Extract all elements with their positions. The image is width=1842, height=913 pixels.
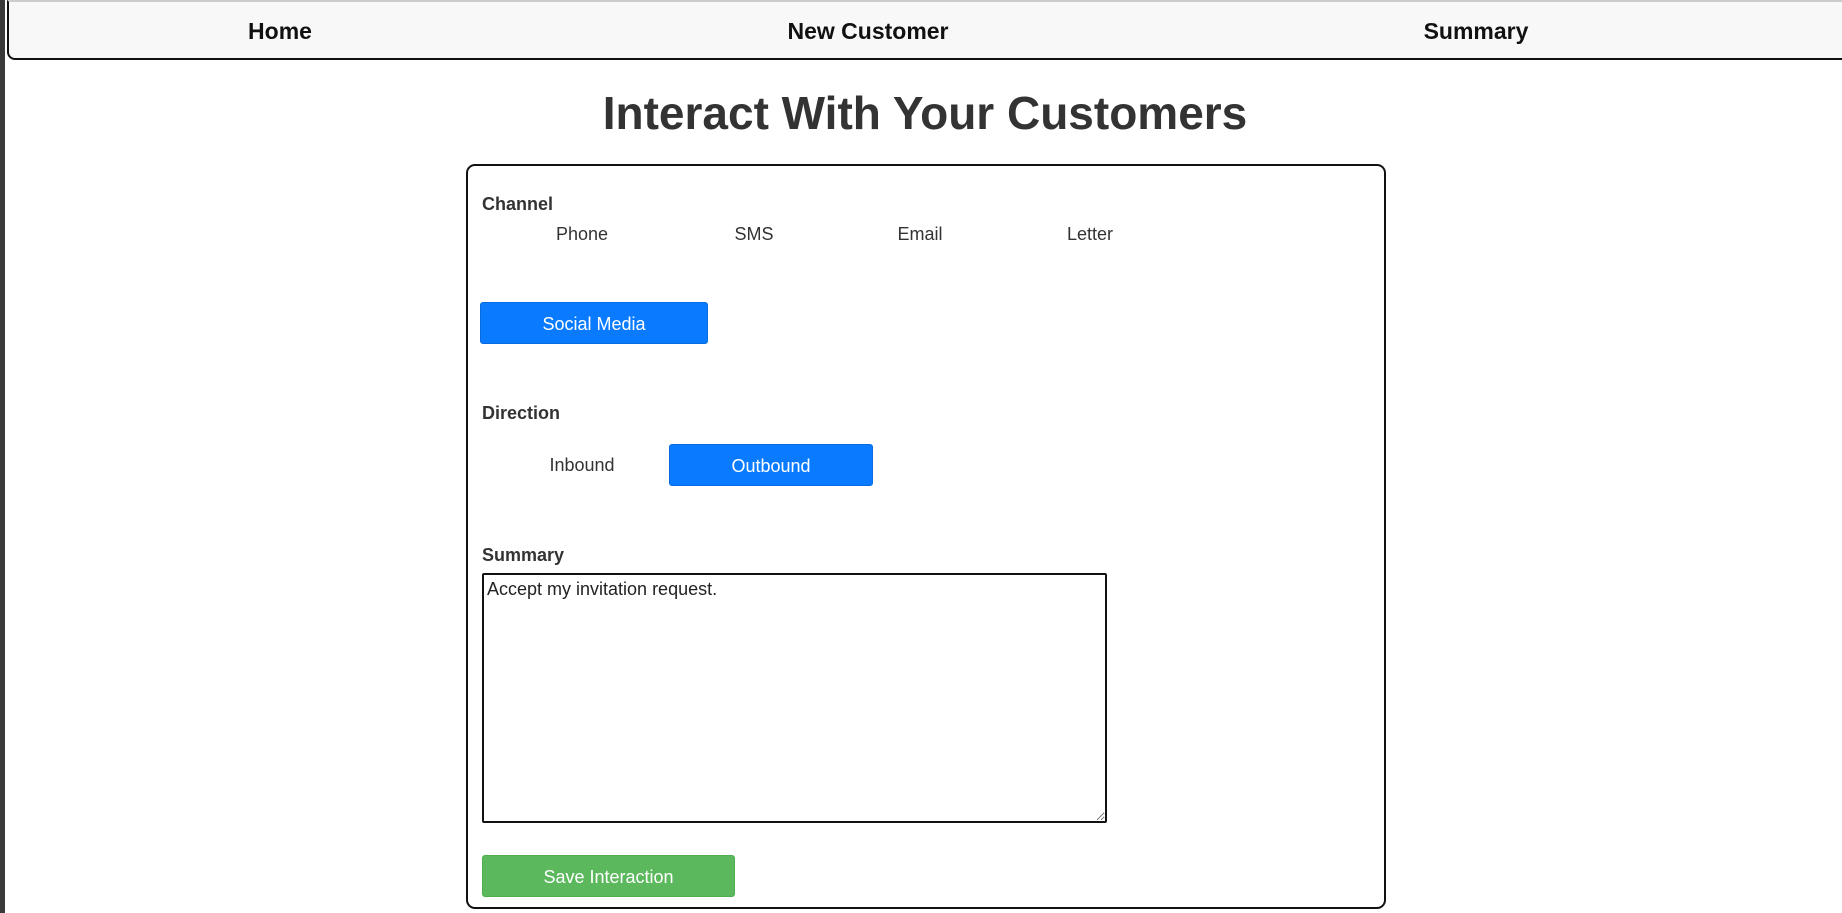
top-navbar: Home New Customer Summary bbox=[7, 0, 1842, 60]
nav-link-new-customer[interactable]: New Customer bbox=[787, 18, 948, 45]
save-interaction-button[interactable]: Save Interaction bbox=[482, 855, 735, 897]
interaction-form: Channel Phone SMS Email Letter Social Me… bbox=[466, 164, 1386, 909]
direction-option-outbound[interactable]: Outbound bbox=[669, 444, 873, 486]
summary-label: Summary bbox=[482, 545, 565, 565]
page-title: Interact With Your Customers bbox=[602, 87, 1248, 139]
direction-label: Direction bbox=[482, 403, 561, 423]
channel-option-letter[interactable]: Letter bbox=[990, 213, 1190, 255]
direction-option-inbound[interactable]: Inbound bbox=[480, 444, 684, 486]
channel-label: Channel bbox=[482, 194, 554, 214]
summary-textarea[interactable]: Accept my invitation request. bbox=[482, 573, 1107, 823]
nav-link-summary[interactable]: Summary bbox=[1424, 18, 1529, 45]
nav-link-home[interactable]: Home bbox=[248, 18, 312, 45]
channel-option-social-media[interactable]: Social Media bbox=[480, 302, 708, 344]
